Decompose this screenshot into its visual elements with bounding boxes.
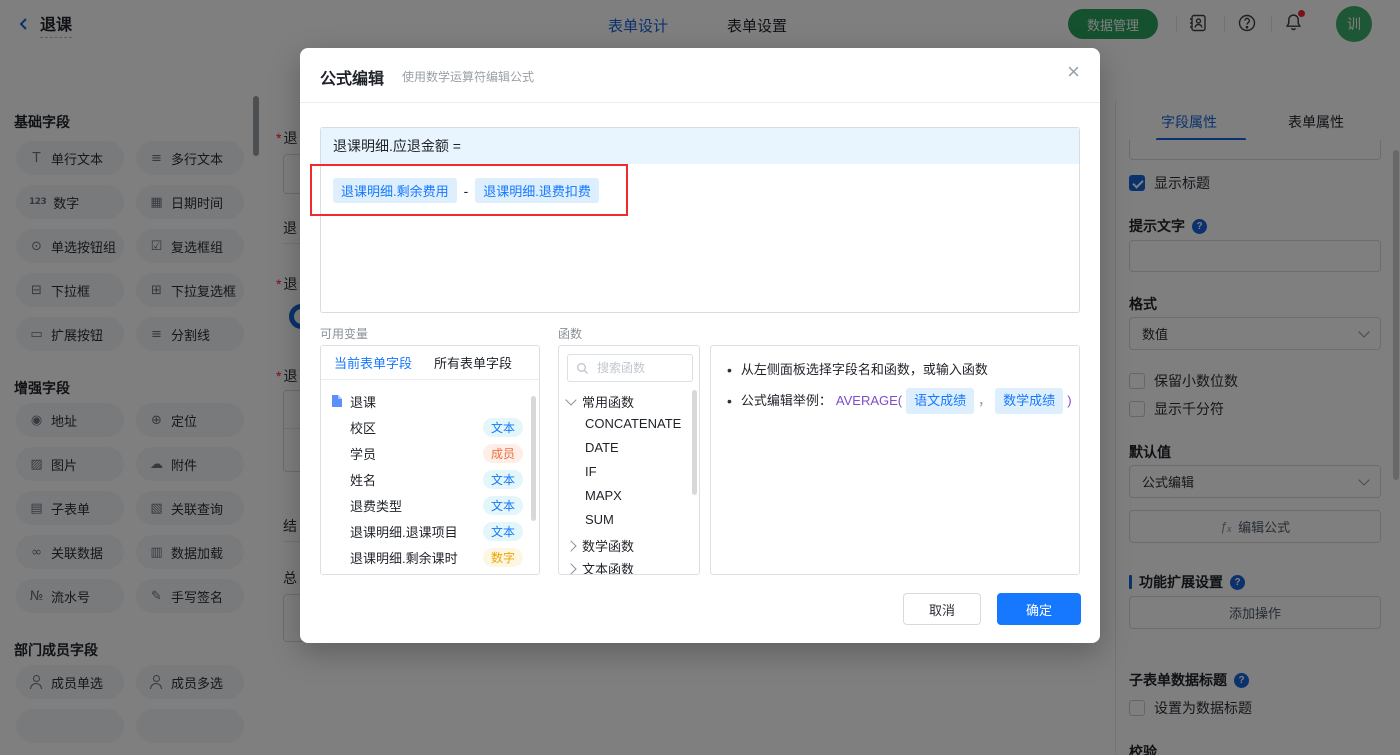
formula-editor[interactable]: 退课明细.应退金额 = 退课明细.剩余费用 - 退课明细.退费扣费 [320,127,1080,313]
function-group-common[interactable]: 常用函数 [565,392,634,411]
chevron-right-icon [565,539,577,552]
cancel-button[interactable]: 取消 [903,593,981,625]
search-icon [577,362,588,374]
variable-row[interactable]: 姓名 文本 [321,466,539,492]
annotation-highlight-box [310,164,628,216]
variable-tree-root[interactable]: 退课 [321,388,539,414]
function-item[interactable]: IF [585,464,597,479]
variable-row[interactable]: 学员 成员 [321,440,539,466]
function-group-text[interactable]: 文本函数 [565,559,634,574]
variables-panel: 当前表单字段 所有表单字段 退课 校区 文本 学员 成员 姓名 文本 退费类型 文本 退… [320,345,540,575]
function-search-input[interactable] [595,360,684,376]
functions-scrollbar[interactable] [692,390,697,495]
functions-label: 函数 [558,327,583,341]
variables-scrollbar[interactable] [531,396,536,521]
type-badge: 文本 [482,495,523,515]
formula-editor-modal: 公式编辑 使用数学运算符编辑公式 × 退课明细.应退金额 = 退课明细.剩余费用… [300,48,1100,643]
function-item[interactable]: DATE [585,440,619,455]
modal-subtitle: 使用数学运算符编辑公式 [402,70,535,84]
function-item[interactable]: CONCATENATE [585,416,681,431]
hint-line-1: 从左侧面板选择字段名和函数，或输入函数 [727,360,988,380]
type-badge: 数字 [482,547,523,567]
close-icon[interactable]: × [1067,61,1080,83]
variables-label: 可用变量 [320,327,369,341]
form-file-icon [332,395,342,407]
type-badge: 文本 [482,521,523,541]
variable-row[interactable]: 退课明细.退课项目 文本 [321,518,539,544]
functions-panel: 常用函数 CONCATENATE DATE IF MAPX SUM 数学函数 文… [558,345,700,575]
app-window: 退课 表单设计 表单设置 数据管理 训 [0,0,1400,755]
type-badge: 文本 [482,469,523,489]
confirm-button[interactable]: 确定 [997,593,1081,625]
tab-current-form-fields[interactable]: 当前表单字段 [334,353,412,372]
function-search[interactable] [567,354,693,382]
type-badge: 文本 [482,417,523,437]
variable-row[interactable]: 退费类型 文本 [321,492,539,518]
hint-line-2: 公式编辑举例：AVERAGE(语文成绩，数学成绩) [727,388,1072,414]
chevron-right-icon [565,562,577,574]
hint-panel: 从左侧面板选择字段名和函数，或输入函数 公式编辑举例：AVERAGE(语文成绩，… [710,345,1080,575]
type-badge: 成员 [482,443,523,463]
function-item[interactable]: SUM [585,512,614,527]
function-group-math[interactable]: 数学函数 [565,536,634,555]
formula-target: 退课明细.应退金额 = [321,128,1079,164]
tab-all-form-fields[interactable]: 所有表单字段 [434,353,512,372]
example-field-chip: 数学成绩 [995,388,1064,414]
example-field-chip: 语文成绩 [906,388,975,414]
variable-row[interactable]: 校区 文本 [321,414,539,440]
variable-row[interactable]: 退课明细.剩余课时 数字 [321,544,539,570]
modal-header: 公式编辑 使用数学运算符编辑公式 × [300,48,1100,103]
chevron-down-icon [565,394,577,406]
modal-title: 公式编辑 [320,71,385,88]
function-item[interactable]: MAPX [585,488,622,503]
